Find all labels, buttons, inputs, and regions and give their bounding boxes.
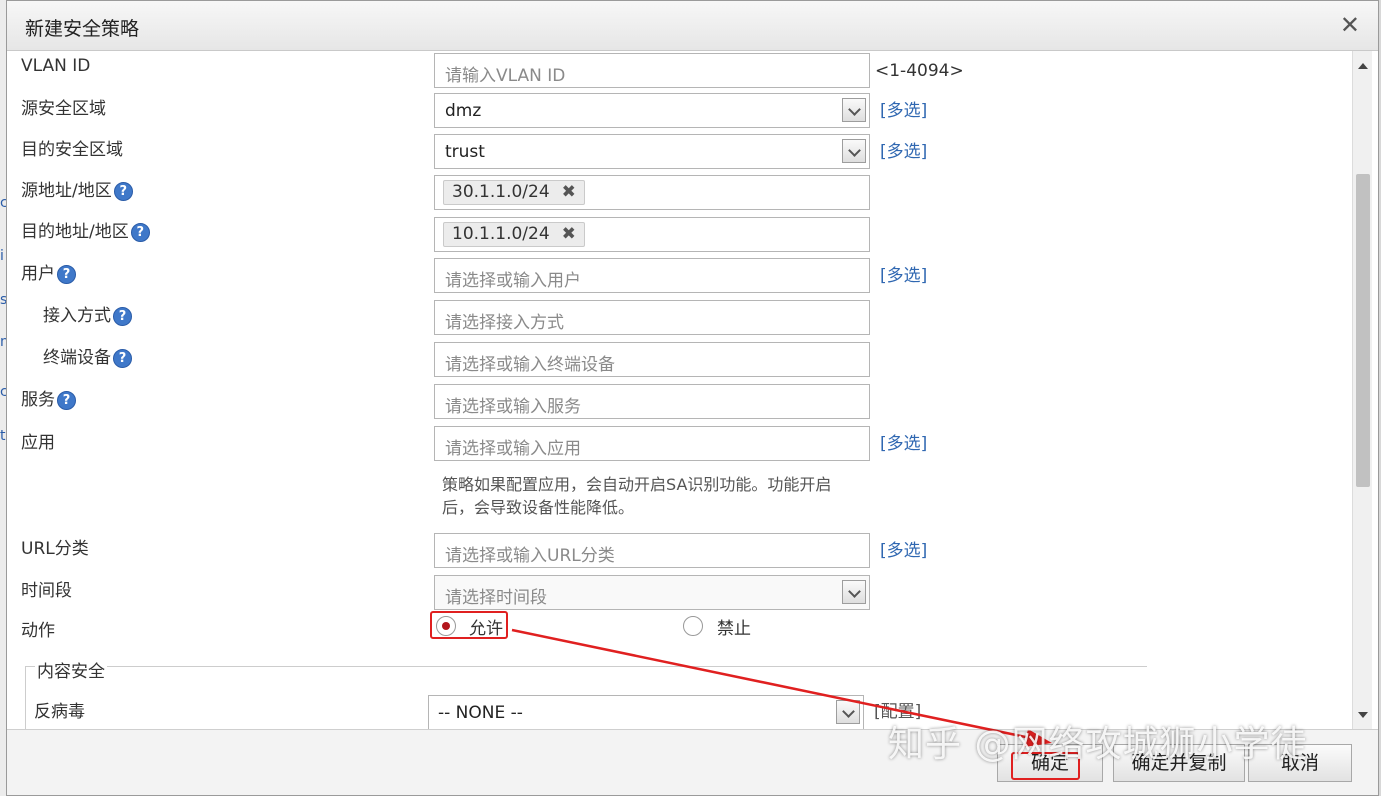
help-icon[interactable]: ?	[113, 306, 132, 326]
user-placeholder: 请选择或输入用户	[445, 271, 581, 291]
close-icon[interactable]: ✕	[1340, 11, 1360, 39]
source-address-tag: 30.1.1.0/24 ✖	[443, 180, 585, 205]
service-placeholder: 请选择或输入服务	[445, 397, 581, 417]
help-icon[interactable]: ?	[57, 264, 76, 284]
dialog-title: 新建安全策略	[25, 18, 140, 40]
chevron-down-icon[interactable]	[842, 98, 866, 122]
application-input[interactable]: 请选择或输入应用	[434, 426, 870, 461]
application-placeholder: 请选择或输入应用	[445, 439, 581, 459]
antivirus-label: 反病毒	[34, 702, 85, 722]
source-address-label-text: 源地址/地区	[21, 181, 112, 201]
destination-address-tag-text: 10.1.1.0/24	[452, 224, 550, 244]
time-range-select[interactable]: 请选择时间段	[434, 575, 870, 610]
chevron-down-icon[interactable]	[842, 139, 866, 163]
time-range-placeholder: 请选择时间段	[445, 588, 547, 608]
allow-radio-label[interactable]: 允许	[469, 614, 503, 639]
vlan-id-placeholder: 请输入VLAN ID	[445, 66, 566, 86]
application-sa-note: 策略如果配置应用，会自动开启SA识别功能。功能开启 后，会导致设备性能降低。	[442, 473, 887, 519]
antivirus-value: -- NONE --	[438, 703, 523, 723]
source-zone-value: dmz	[445, 101, 482, 121]
content-security-legend: 内容安全	[35, 657, 107, 682]
source-address-label: 源地址/地区?	[21, 176, 133, 201]
content-security-fieldset-border-left	[25, 666, 26, 729]
service-input[interactable]: 请选择或输入服务	[434, 384, 870, 419]
terminal-device-input[interactable]: 请选择或输入终端设备	[434, 342, 870, 377]
dialog-form: VLAN ID 请输入VLAN ID <1-4094> 源安全区域 dmz [多…	[7, 51, 1352, 729]
chevron-down-icon[interactable]	[842, 580, 866, 604]
url-category-label: URL分类	[21, 539, 89, 559]
remove-tag-icon[interactable]: ✖	[562, 182, 576, 202]
url-category-multiselect-link[interactable]: [多选]	[880, 536, 927, 561]
source-address-input[interactable]: 30.1.1.0/24 ✖	[434, 175, 870, 210]
access-method-input[interactable]: 请选择接入方式	[434, 300, 870, 335]
terminal-device-label: 终端设备?	[43, 343, 132, 368]
service-label-text: 服务	[21, 390, 55, 410]
access-method-placeholder: 请选择接入方式	[445, 313, 564, 333]
service-label: 服务?	[21, 385, 76, 410]
application-note-line: 策略如果配置应用，会自动开启SA识别功能。功能开启	[442, 475, 832, 494]
scroll-up-arrow-icon[interactable]	[1353, 55, 1372, 75]
user-label-text: 用户	[21, 264, 55, 284]
source-zone-label: 源安全区域	[21, 99, 106, 119]
time-range-label: 时间段	[21, 581, 72, 601]
url-category-input[interactable]: 请选择或输入URL分类	[434, 533, 870, 568]
destination-address-label-text: 目的地址/地区	[21, 222, 129, 242]
allow-radio[interactable]	[436, 616, 456, 636]
source-address-tag-text: 30.1.1.0/24	[452, 182, 550, 202]
destination-zone-value: trust	[445, 142, 485, 162]
user-multiselect-link[interactable]: [多选]	[880, 261, 927, 286]
zhihu-watermark: 知乎 @网络攻城狮小学徒	[888, 724, 1308, 765]
url-category-placeholder: 请选择或输入URL分类	[445, 546, 615, 566]
action-label: 动作	[21, 621, 55, 641]
destination-address-tag: 10.1.1.0/24 ✖	[443, 222, 585, 247]
deny-radio-label[interactable]: 禁止	[717, 614, 751, 639]
source-zone-select[interactable]: dmz	[434, 93, 870, 128]
source-zone-multiselect-link[interactable]: [多选]	[880, 96, 927, 121]
access-method-label-text: 接入方式	[43, 306, 111, 326]
scrollbar-thumb[interactable]	[1356, 174, 1370, 487]
scroll-down-arrow-icon[interactable]	[1353, 705, 1372, 725]
user-input[interactable]: 请选择或输入用户	[434, 258, 870, 293]
destination-zone-select[interactable]: trust	[434, 134, 870, 169]
content-security-fieldset-border	[25, 666, 1147, 667]
destination-zone-multiselect-link[interactable]: [多选]	[880, 137, 927, 162]
dialog-titlebar: 新建安全策略 ✕	[7, 1, 1378, 51]
terminal-device-placeholder: 请选择或输入终端设备	[445, 355, 615, 375]
help-icon[interactable]: ?	[113, 348, 132, 368]
destination-address-input[interactable]: 10.1.1.0/24 ✖	[434, 217, 870, 252]
application-multiselect-link[interactable]: [多选]	[880, 429, 927, 454]
new-security-policy-dialog: 新建安全策略 ✕ VLAN ID 请输入VLAN ID <1-4094> 源安全…	[6, 0, 1379, 796]
help-icon[interactable]: ?	[130, 222, 150, 242]
terminal-device-label-text: 终端设备	[43, 348, 111, 368]
access-method-label: 接入方式?	[43, 301, 132, 326]
bg-text-fragment: i	[0, 248, 4, 264]
bg-text-fragment: t	[0, 428, 6, 444]
application-note-line: 后，会导致设备性能降低。	[442, 498, 635, 517]
chevron-down-icon[interactable]	[836, 700, 860, 724]
deny-radio[interactable]	[683, 616, 703, 636]
remove-tag-icon[interactable]: ✖	[562, 224, 576, 244]
destination-zone-label: 目的安全区域	[21, 140, 123, 160]
help-icon[interactable]: ?	[57, 390, 76, 410]
vlan-range-hint: <1-4094>	[875, 61, 964, 81]
destination-address-label: 目的地址/地区?	[21, 217, 150, 242]
vlan-id-label: VLAN ID	[21, 56, 91, 76]
user-label: 用户?	[21, 259, 76, 284]
form-scrollbar[interactable]	[1352, 51, 1372, 729]
vlan-id-input[interactable]: 请输入VLAN ID	[434, 53, 870, 88]
antivirus-select[interactable]: -- NONE --	[428, 695, 864, 729]
help-icon[interactable]: ?	[113, 181, 133, 201]
application-label: 应用	[21, 433, 55, 453]
